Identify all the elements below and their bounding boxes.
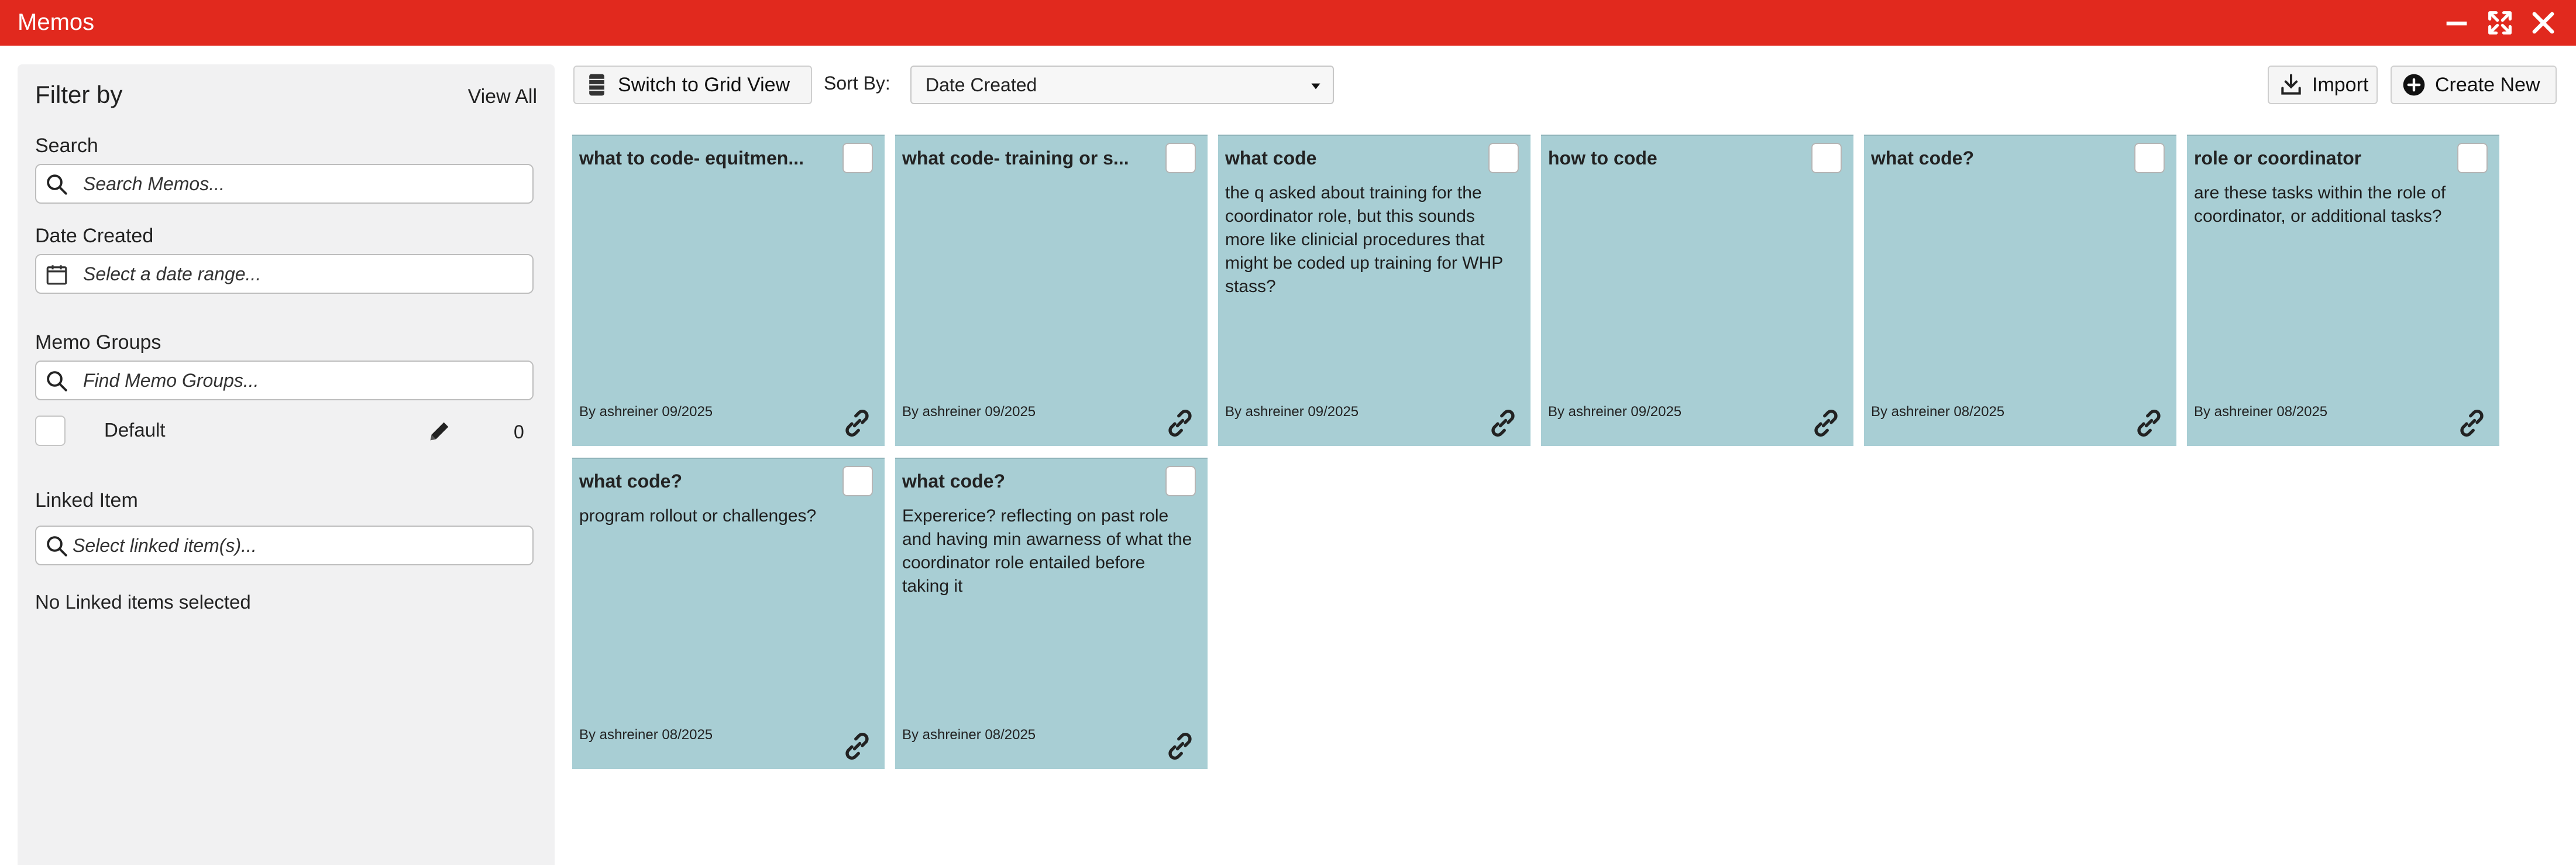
- link-icon[interactable]: [2456, 407, 2488, 439]
- memo-checkbox[interactable]: [2457, 143, 2488, 173]
- pencil-icon[interactable]: [426, 418, 453, 445]
- window-title: Memos: [18, 9, 95, 35]
- memo-card[interactable]: what code the q asked about training for…: [1218, 135, 1531, 446]
- memo-groups-label: Memo Groups: [35, 331, 161, 353]
- calendar-icon: [44, 262, 69, 287]
- date-range-input[interactable]: Select a date range...: [35, 254, 534, 294]
- memo-checkbox[interactable]: [1488, 143, 1519, 173]
- memo-title: what code: [1225, 147, 1317, 169]
- switch-view-label: Switch to Grid View: [618, 73, 790, 96]
- sort-by-select[interactable]: Date Created: [910, 66, 1334, 104]
- download-icon: [2278, 72, 2304, 98]
- memo-body: the q asked about training for the coord…: [1225, 183, 1503, 296]
- memo-card[interactable]: what code? By ashreiner 08/2025: [1864, 135, 2176, 446]
- memo-author-date: By ashreiner 09/2025: [1548, 404, 1682, 420]
- memo-group-checkbox[interactable]: [35, 416, 66, 446]
- link-icon[interactable]: [1164, 407, 1196, 439]
- memo-author-date: By ashreiner 09/2025: [1225, 404, 1359, 420]
- memo-author-date: By ashreiner 09/2025: [902, 404, 1036, 420]
- memo-body: program rollout or challenges?: [579, 506, 817, 526]
- memo-groups-input[interactable]: Find Memo Groups...: [35, 361, 534, 400]
- memo-body: are these tasks within the role of coord…: [2194, 183, 2446, 226]
- view-all-link[interactable]: View All: [468, 85, 537, 108]
- memo-title: how to code: [1548, 147, 1657, 169]
- memo-body: Expererice? reflecting on past role and …: [902, 506, 1192, 596]
- memo-author-date: By ashreiner 08/2025: [1871, 404, 2005, 420]
- memo-card[interactable]: role or coordinator are these tasks with…: [2187, 135, 2499, 446]
- memo-title: what code?: [1871, 147, 1975, 169]
- expand-icon[interactable]: [2485, 8, 2515, 38]
- memo-title: what code?: [902, 471, 1006, 492]
- import-label: Import: [2312, 73, 2369, 96]
- window-titlebar: Memos: [0, 0, 2576, 46]
- link-icon[interactable]: [1164, 730, 1196, 762]
- search-placeholder: Search Memos...: [83, 173, 225, 194]
- memo-card[interactable]: what code- training or s... By ashreiner…: [895, 135, 1208, 446]
- import-button[interactable]: Import: [2268, 66, 2378, 104]
- memo-author-date: By ashreiner 09/2025: [579, 404, 713, 420]
- memo-title: what code- training or s...: [902, 147, 1129, 169]
- memo-card[interactable]: what code? Expererice? reflecting on pas…: [895, 458, 1208, 769]
- memo-group-row: Default 0: [35, 416, 538, 448]
- memo-author-date: By ashreiner 08/2025: [579, 727, 713, 743]
- caret-down-icon: [1308, 78, 1323, 94]
- memo-card[interactable]: what code? program rollout or challenges…: [572, 458, 885, 769]
- memo-title: what code?: [579, 471, 683, 492]
- memo-author-date: By ashreiner 08/2025: [2194, 404, 2328, 420]
- memo-card[interactable]: what to code- equitmen... By ashreiner 0…: [572, 135, 885, 446]
- link-icon[interactable]: [841, 730, 873, 762]
- link-icon[interactable]: [841, 407, 873, 439]
- no-linked-items-text: No Linked items selected: [35, 591, 251, 613]
- linked-item-label: Linked Item: [35, 489, 138, 512]
- link-icon[interactable]: [1810, 407, 1842, 439]
- memo-checkbox[interactable]: [2134, 143, 2165, 173]
- memo-checkbox[interactable]: [842, 466, 873, 496]
- memo-author-date: By ashreiner 08/2025: [902, 727, 1036, 743]
- date-range-placeholder: Select a date range...: [83, 263, 262, 284]
- memo-checkbox[interactable]: [1811, 143, 1842, 173]
- memo-checkbox[interactable]: [1165, 143, 1196, 173]
- search-input[interactable]: Search Memos...: [35, 164, 534, 204]
- link-icon[interactable]: [1487, 407, 1519, 439]
- memo-groups-placeholder: Find Memo Groups...: [83, 370, 259, 391]
- create-new-label: Create New: [2435, 73, 2540, 96]
- create-new-button[interactable]: Create New: [2391, 66, 2557, 104]
- linked-item-placeholder: Select linked item(s)...: [73, 535, 257, 556]
- minimize-icon[interactable]: [2441, 8, 2472, 38]
- memo-group-count: 0: [514, 421, 524, 442]
- memo-checkbox[interactable]: [842, 143, 873, 173]
- search-icon: [44, 534, 69, 558]
- sort-by-value: Date Created: [926, 74, 1037, 95]
- filter-title: Filter by: [35, 81, 123, 108]
- plus-circle-icon: [2401, 72, 2427, 98]
- memo-checkbox[interactable]: [1165, 466, 1196, 496]
- switch-to-grid-view-button[interactable]: Switch to Grid View: [573, 66, 812, 104]
- search-icon: [44, 369, 69, 393]
- link-icon[interactable]: [2133, 407, 2165, 439]
- memo-group-name: Default: [104, 419, 166, 441]
- close-icon[interactable]: [2528, 8, 2558, 38]
- memo-card[interactable]: how to code By ashreiner 09/2025: [1541, 135, 1853, 446]
- memo-title: what to code- equitmen...: [579, 147, 804, 169]
- sort-by-label: Sort By:: [824, 73, 890, 94]
- window-controls: [2441, 8, 2558, 38]
- memo-title: role or coordinator: [2194, 147, 2362, 169]
- linked-item-input[interactable]: Select linked item(s)...: [35, 526, 534, 565]
- filter-sidebar: Filter by View All Search Search Memos..…: [18, 64, 555, 865]
- date-created-label: Date Created: [35, 225, 154, 247]
- grid-view-icon: [584, 72, 610, 98]
- search-label: Search: [35, 135, 98, 157]
- search-icon: [44, 172, 69, 197]
